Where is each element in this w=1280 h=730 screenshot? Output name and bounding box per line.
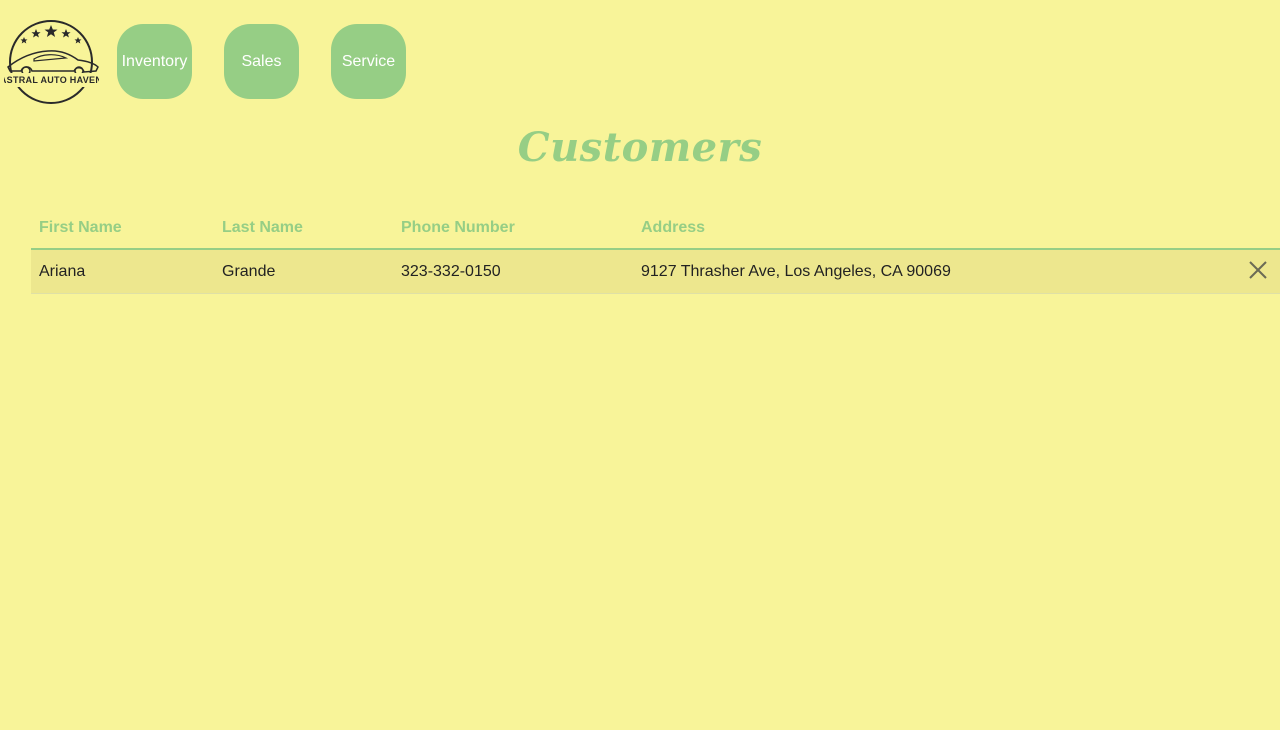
- column-header-actions: [1233, 208, 1280, 250]
- nav-sales-button[interactable]: Sales: [224, 24, 299, 99]
- cell-address: 9127 Thrasher Ave, Los Angeles, CA 90069: [633, 249, 1233, 294]
- customers-table-container: First Name Last Name Phone Number Addres…: [31, 208, 1280, 294]
- top-nav: ASTRAL AUTO HAVEN Inventory Sales Servic…: [0, 0, 1280, 124]
- close-icon: [1249, 261, 1267, 279]
- nav-service-button[interactable]: Service: [331, 24, 406, 99]
- column-header-address: Address: [633, 208, 1233, 250]
- column-header-first-name: First Name: [31, 208, 214, 250]
- page-title: Customers: [517, 124, 763, 171]
- brand-logo-text: ASTRAL AUTO HAVEN: [4, 75, 99, 85]
- brand-logo[interactable]: ASTRAL AUTO HAVEN: [4, 19, 99, 105]
- delete-customer-button[interactable]: [1246, 258, 1270, 282]
- nav-inventory-button[interactable]: Inventory: [117, 24, 192, 99]
- column-header-phone-number: Phone Number: [393, 208, 633, 250]
- cell-actions: [1233, 249, 1280, 294]
- cell-first-name: Ariana: [31, 249, 214, 294]
- table-row: Ariana Grande 323-332-0150 9127 Thrasher…: [31, 249, 1280, 294]
- car-logo-icon: ASTRAL AUTO HAVEN: [4, 20, 99, 104]
- cell-last-name: Grande: [214, 249, 393, 294]
- table-header: First Name Last Name Phone Number Addres…: [31, 208, 1280, 250]
- customers-table: First Name Last Name Phone Number Addres…: [31, 208, 1280, 294]
- column-header-last-name: Last Name: [214, 208, 393, 250]
- page: ASTRAL AUTO HAVEN Inventory Sales Servic…: [0, 0, 1280, 730]
- table-header-row: First Name Last Name Phone Number Addres…: [31, 208, 1280, 250]
- cell-phone-number: 323-332-0150: [393, 249, 633, 294]
- table-body: Ariana Grande 323-332-0150 9127 Thrasher…: [31, 249, 1280, 294]
